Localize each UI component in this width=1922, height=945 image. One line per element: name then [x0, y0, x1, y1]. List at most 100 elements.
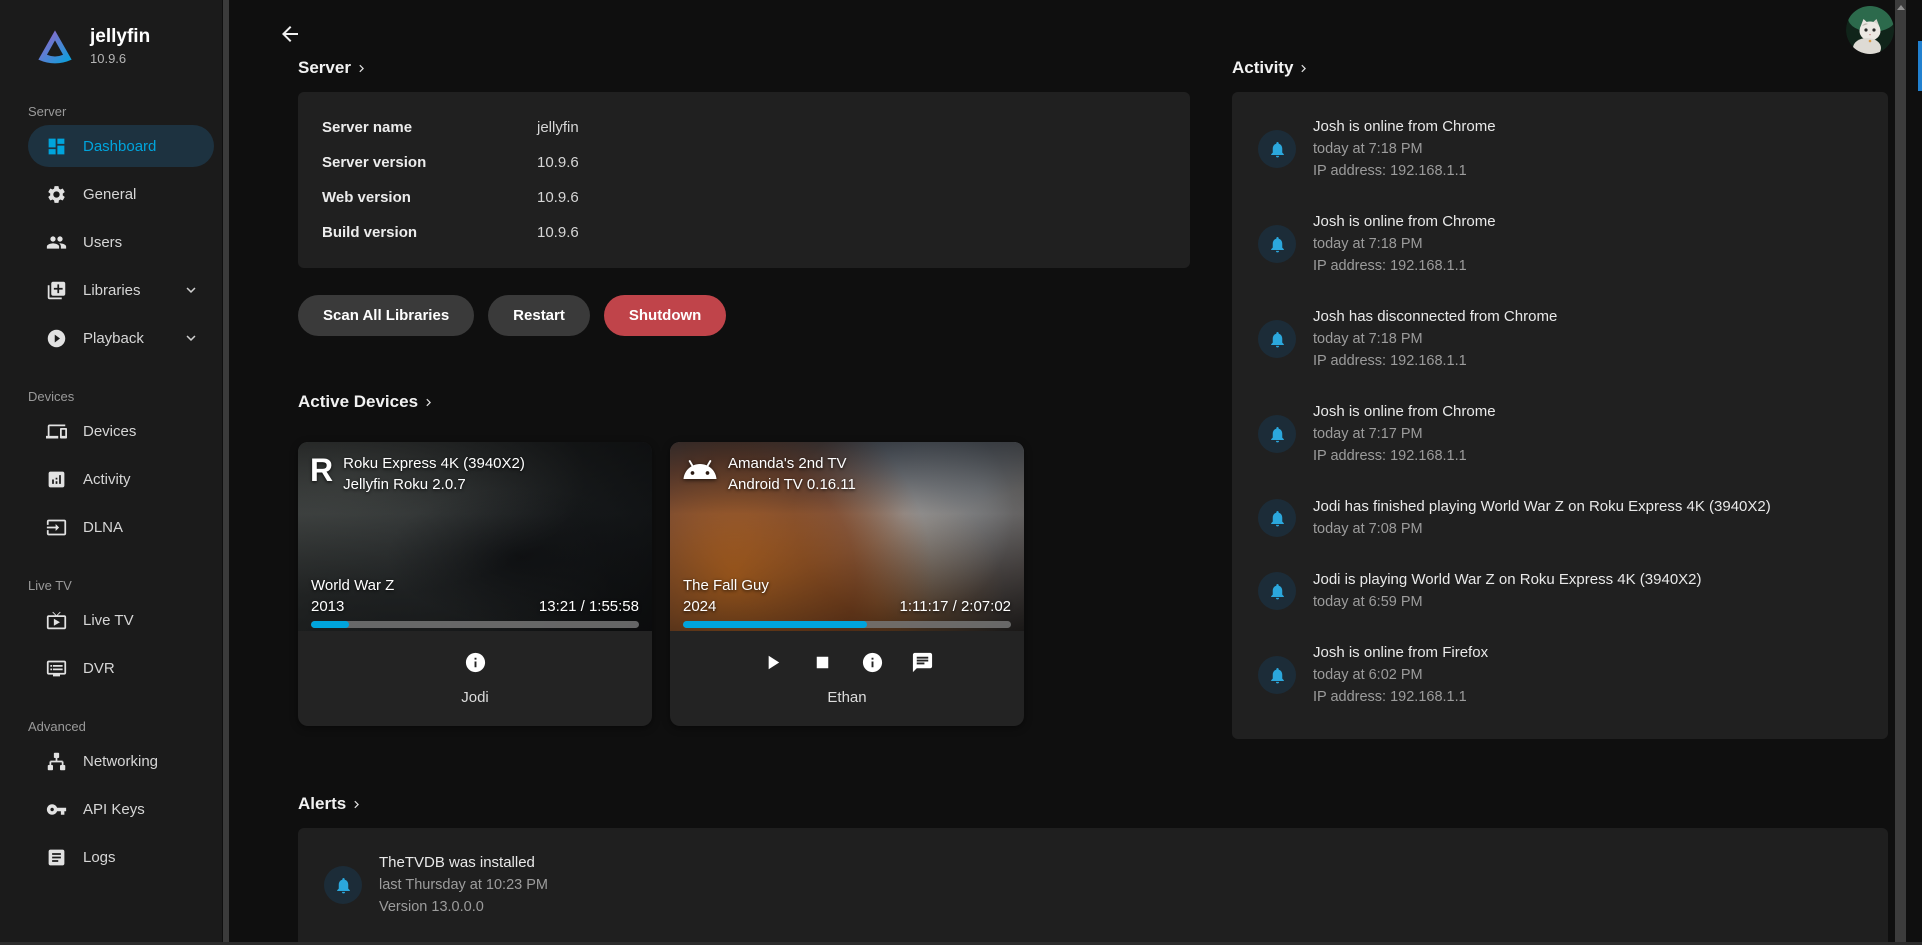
back-button[interactable]: [278, 22, 302, 46]
cat-avatar-image: [1846, 6, 1894, 54]
server-heading-label: Server: [298, 58, 351, 78]
user-avatar[interactable]: [1846, 6, 1894, 54]
device-card-roku[interactable]: R Roku Express 4K (3940X2) Jellyfin Roku…: [298, 442, 652, 726]
app-logo-row: jellyfin 10.9.6: [0, 0, 222, 68]
playback-progress-bar: [311, 621, 639, 628]
playback-progress-bar: [683, 621, 1011, 628]
info-icon: [861, 651, 884, 674]
sidebar-item-label: Activity: [83, 471, 131, 488]
sidebar-section-advanced: Advanced: [28, 719, 222, 734]
sidebar-item-label: Logs: [83, 849, 116, 866]
active-devices-heading-label: Active Devices: [298, 392, 418, 412]
bell-icon: [1258, 415, 1296, 453]
chevron-down-icon[interactable]: [182, 329, 200, 347]
scroll-up-arrow-icon[interactable]: [1897, 5, 1905, 10]
roku-logo: R: [310, 452, 333, 495]
playback-time: 1:11:17 / 2:07:02: [900, 596, 1011, 617]
activity-time: today at 7:18 PM: [1313, 233, 1496, 255]
alert-detail: Version 13.0.0.0: [379, 896, 548, 918]
activity-item[interactable]: Jodi has finished playing World War Z on…: [1258, 496, 1868, 540]
activity-time: today at 7:08 PM: [1313, 518, 1771, 540]
sidebar-scrollbar[interactable]: [223, 0, 229, 945]
device-footer: Ethan: [670, 631, 1024, 726]
alerts-heading[interactable]: Alerts: [298, 794, 364, 814]
dashboard-icon: [46, 136, 67, 157]
bell-icon: [1258, 572, 1296, 610]
scrollbar-thumb-fragment[interactable]: [1918, 41, 1922, 91]
activity-time: today at 6:59 PM: [1313, 591, 1702, 613]
activity-item[interactable]: Josh is online from Chrome today at 7:17…: [1258, 401, 1868, 467]
info-icon: [464, 651, 487, 674]
sidebar-item-libraries[interactable]: Libraries: [28, 269, 214, 311]
server-info-card: Server name jellyfin Server version 10.9…: [298, 92, 1190, 268]
sidebar-item-label: Playback: [83, 330, 144, 347]
device-card-android-tv[interactable]: Amanda's 2nd TV Android TV 0.16.11 The F…: [670, 442, 1024, 726]
activity-ip: IP address: 192.168.1.1: [1313, 255, 1496, 277]
chevron-down-icon[interactable]: [182, 281, 200, 299]
sidebar-item-playback[interactable]: Playback: [28, 317, 214, 359]
chevron-right-icon: [349, 797, 364, 812]
sidebar-item-logs[interactable]: Logs: [28, 836, 214, 878]
alert-title: TheTVDB was installed: [379, 852, 548, 874]
device-name: Amanda's 2nd TV: [728, 453, 856, 474]
activity-card: Josh is online from Chrome today at 7:18…: [1232, 92, 1888, 739]
device-media: Amanda's 2nd TV Android TV 0.16.11 The F…: [670, 442, 1024, 631]
activity-item[interactable]: Josh has disconnected from Chrome today …: [1258, 306, 1868, 372]
device-user: Ethan: [670, 689, 1024, 706]
server-section-heading[interactable]: Server: [298, 58, 369, 78]
sidebar-section-devices: Devices: [28, 389, 222, 404]
sidebar-item-dvr[interactable]: DVR: [28, 647, 214, 689]
alert-item[interactable]: TheTVDB was installed last Thursday at 1…: [324, 852, 1862, 918]
active-devices-heading[interactable]: Active Devices: [298, 392, 436, 412]
shutdown-button[interactable]: Shutdown: [604, 295, 726, 336]
devices-icon: [46, 421, 67, 442]
sidebar-item-general[interactable]: General: [28, 173, 214, 215]
stop-icon: [811, 651, 834, 674]
server-version-label: Server version: [322, 148, 537, 177]
info-button[interactable]: [464, 651, 487, 674]
play-button[interactable]: [761, 651, 784, 674]
sidebar-item-dlna[interactable]: DLNA: [28, 506, 214, 548]
server-name-label: Server name: [322, 113, 537, 142]
live-tv-icon: [46, 610, 67, 631]
activity-item[interactable]: Josh is online from Chrome today at 7:18…: [1258, 211, 1868, 277]
bell-icon: [1258, 130, 1296, 168]
device-footer: Jodi: [298, 631, 652, 726]
message-button[interactable]: [911, 651, 934, 674]
play-circle-icon: [46, 328, 67, 349]
server-info-row: Server version 10.9.6: [322, 145, 1166, 180]
server-name-value: jellyfin: [537, 113, 1166, 142]
sidebar-item-dashboard[interactable]: Dashboard: [28, 125, 214, 167]
key-icon: [46, 799, 67, 820]
activity-heading[interactable]: Activity: [1232, 58, 1311, 78]
activity-item[interactable]: Josh is online from Chrome today at 7:18…: [1258, 116, 1868, 182]
bell-icon: [1258, 225, 1296, 263]
sidebar-item-api-keys[interactable]: API Keys: [28, 788, 214, 830]
stop-button[interactable]: [811, 651, 834, 674]
sidebar-item-label: Libraries: [83, 282, 141, 299]
sidebar-item-devices[interactable]: Devices: [28, 410, 214, 452]
sidebar-item-activity[interactable]: Activity: [28, 458, 214, 500]
server-version-value: 10.9.6: [537, 148, 1166, 177]
sidebar-item-networking[interactable]: Networking: [28, 740, 214, 782]
page-scrollbar[interactable]: [1895, 0, 1906, 945]
activity-item[interactable]: Josh is online from Firefox today at 6:0…: [1258, 642, 1868, 708]
playback-progress-fill: [683, 621, 867, 628]
activity-ip: IP address: 192.168.1.1: [1313, 686, 1488, 708]
sidebar-item-label: Live TV: [83, 612, 134, 629]
app-version: 10.9.6: [90, 51, 150, 66]
info-button[interactable]: [861, 651, 884, 674]
logs-icon: [46, 847, 67, 868]
activity-time: today at 7:18 PM: [1313, 328, 1557, 350]
activity-item[interactable]: Jodi is playing World War Z on Roku Expr…: [1258, 569, 1868, 613]
device-client: Jellyfin Roku 2.0.7: [343, 474, 525, 495]
sidebar-item-users[interactable]: Users: [28, 221, 214, 263]
media-year: 2013: [311, 596, 394, 617]
scan-all-libraries-button[interactable]: Scan All Libraries: [298, 295, 474, 336]
server-actions: Scan All Libraries Restart Shutdown: [298, 295, 1190, 336]
network-tree-icon: [46, 751, 67, 772]
bar-chart-icon: [46, 469, 67, 490]
sidebar-item-live-tv[interactable]: Live TV: [28, 599, 214, 641]
restart-button[interactable]: Restart: [488, 295, 590, 336]
activity-title: Josh has disconnected from Chrome: [1313, 306, 1557, 328]
